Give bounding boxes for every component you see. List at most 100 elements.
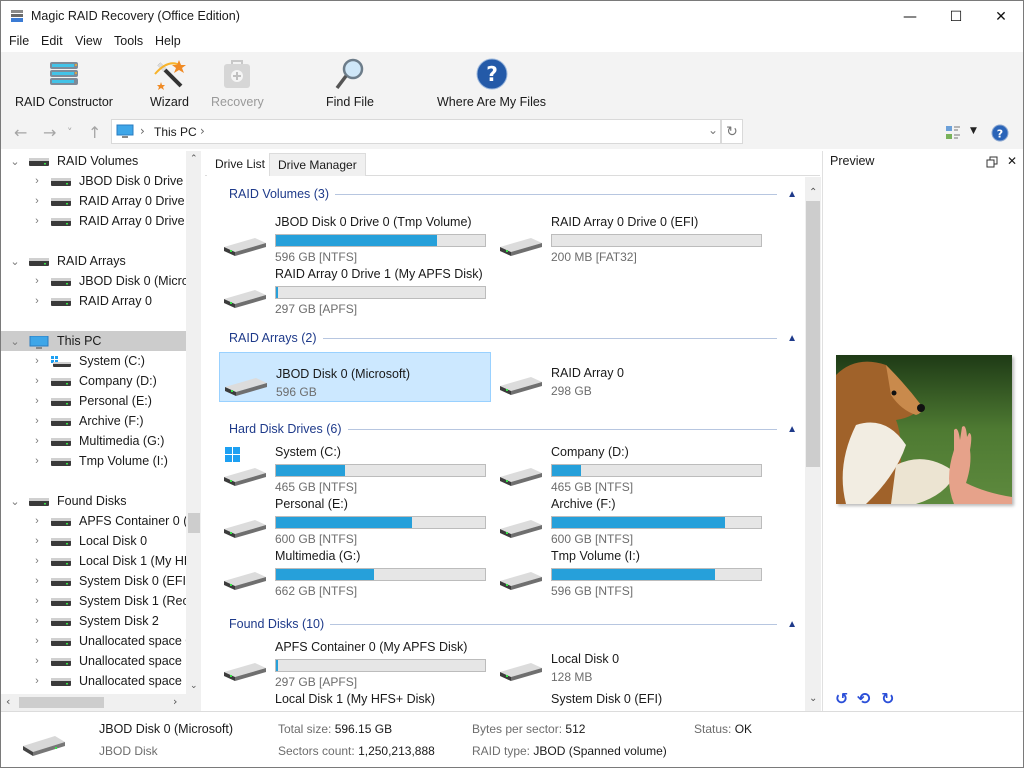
chevron-down-icon[interactable]: ⌄ — [7, 155, 23, 168]
chevron-right-icon[interactable]: › — [29, 375, 45, 387]
chevron-right-icon[interactable]: › — [29, 635, 45, 647]
back-button[interactable]: ← — [14, 123, 27, 142]
tab-drive-list[interactable]: Drive List — [207, 153, 274, 176]
tree-item[interactable]: › Multimedia (G:) — [29, 431, 164, 451]
chevron-right-icon[interactable]: › — [29, 275, 45, 287]
chevron-right-icon[interactable]: › — [29, 555, 45, 567]
tab-drive-manager[interactable]: Drive Manager — [269, 153, 366, 176]
chevron-right-icon[interactable]: › — [29, 655, 45, 667]
tree-item[interactable]: › System Disk 0 (EFI) — [29, 571, 190, 591]
tree-item[interactable]: › Unallocated space 2 — [29, 671, 192, 691]
close-button[interactable]: ✕ — [978, 1, 1024, 32]
tree-item[interactable]: › RAID Array 0 Drive 1 — [29, 211, 195, 231]
menu-tools[interactable]: Tools — [114, 34, 143, 48]
view-mode-dropdown-icon[interactable]: ▼ — [970, 126, 977, 136]
raid-constructor-button[interactable]: RAID Constructor — [15, 56, 113, 109]
drive-item[interactable]: RAID Array 0 Drive 0 (EFI) 200 MB [FAT32] — [495, 213, 767, 265]
tree-group-found-disks[interactable]: ⌄ Found Disks — [1, 491, 186, 511]
collapse-section-icon[interactable]: ▲ — [787, 424, 797, 435]
tree-item[interactable]: › Company (D:) — [29, 371, 157, 391]
tree-item[interactable]: › System (C:) — [29, 351, 145, 371]
drive-item[interactable]: Company (D:) 465 GB [NTFS] — [495, 443, 767, 495]
recovery-button[interactable]: Recovery — [211, 56, 264, 109]
tree-item[interactable]: › Local Disk 0 — [29, 531, 147, 551]
drive-item[interactable]: Tmp Volume (I:) 596 GB [NTFS] — [495, 547, 767, 599]
view-mode-icon[interactable] — [945, 125, 965, 141]
chevron-right-icon[interactable]: › — [29, 535, 45, 547]
tree-hscroll-thumb[interactable] — [19, 697, 104, 708]
drive-item[interactable]: RAID Array 0 Drive 1 (My APFS Disk) 297 G… — [219, 265, 491, 317]
recent-locations-button[interactable]: ˅ — [67, 126, 73, 139]
chevron-right-icon[interactable]: › — [29, 295, 45, 307]
tree-item[interactable]: › Personal (E:) — [29, 391, 152, 411]
collapse-section-icon[interactable]: ▲ — [787, 619, 797, 630]
tree-item[interactable]: › RAID Array 0 — [29, 291, 152, 311]
rotate-left-icon[interactable]: ↺ — [835, 689, 848, 708]
menu-view[interactable]: View — [75, 34, 102, 48]
tree-item[interactable]: › JBOD Disk 0 (Microso — [29, 271, 200, 291]
tree-item[interactable]: › Tmp Volume (I:) — [29, 451, 168, 471]
drive-list-scroll-down-icon[interactable]: ⌄ — [809, 693, 817, 704]
drive-item[interactable]: JBOD Disk 0 (Microsoft) 596 GB — [219, 352, 491, 402]
up-button[interactable]: ↑ — [88, 123, 101, 142]
tree-item[interactable]: › RAID Array 0 Drive 0 — [29, 191, 195, 211]
drive-item[interactable]: JBOD Disk 0 Drive 0 (Tmp Volume) 596 GB [… — [219, 213, 491, 265]
tree-scroll-left-icon[interactable]: ‹ — [6, 695, 10, 708]
tree-scroll-up-icon[interactable]: ⌃ — [190, 154, 198, 164]
help-icon[interactable]: ? — [991, 124, 1009, 142]
chevron-right-icon[interactable]: › — [29, 215, 45, 227]
chevron-down-icon[interactable]: ⌄ — [7, 335, 23, 348]
forward-button[interactable]: → — [43, 123, 56, 142]
where-are-my-files-button[interactable]: ? Where Are My Files — [437, 56, 546, 109]
chevron-right-icon[interactable]: › — [29, 415, 45, 427]
drive-item[interactable]: System (C:) 465 GB [NTFS] — [219, 443, 491, 495]
tree-horizontal-scrollbar[interactable]: ‹ › — [1, 694, 201, 711]
tree-item[interactable]: › System Disk 1 (Recov — [29, 591, 200, 611]
address-dropdown-icon[interactable]: ⌄ — [708, 123, 718, 137]
wizard-button[interactable]: Wizard — [150, 56, 189, 109]
rotate-right-icon[interactable]: ↻ — [881, 689, 894, 708]
tree-scroll-right-icon[interactable]: › — [173, 695, 177, 708]
chevron-right-icon[interactable]: › — [29, 615, 45, 627]
address-bar[interactable]: › This PC › ⌄ — [111, 119, 721, 144]
breadcrumb-separator[interactable]: › — [200, 124, 205, 138]
breadcrumb-this-pc[interactable]: This PC — [154, 125, 197, 139]
collapse-section-icon[interactable]: ▲ — [787, 333, 797, 344]
drive-item[interactable]: RAID Array 0 298 GB — [495, 352, 767, 404]
chevron-down-icon[interactable]: ⌄ — [7, 495, 23, 508]
find-file-button[interactable]: Find File — [326, 56, 374, 109]
drive-list-scroll-thumb[interactable] — [806, 201, 820, 467]
tree-item[interactable]: › System Disk 2 — [29, 611, 159, 631]
drive-item[interactable]: Archive (F:) 600 GB [NTFS] — [495, 495, 767, 547]
tree-scroll-thumb[interactable] — [188, 513, 200, 533]
chevron-right-icon[interactable]: › — [29, 515, 45, 527]
chevron-right-icon[interactable]: › — [29, 175, 45, 187]
chevron-right-icon[interactable]: › — [29, 395, 45, 407]
tree-group-this-pc[interactable]: ⌄ This PC — [1, 331, 186, 351]
tree-item[interactable]: › Unallocated space 1 — [29, 651, 192, 671]
drive-item[interactable]: Local Disk 1 (My HFS+ Disk) — [219, 690, 491, 711]
chevron-right-icon[interactable]: › — [29, 455, 45, 467]
chevron-right-icon[interactable]: › — [29, 355, 45, 367]
chevron-right-icon[interactable]: › — [29, 435, 45, 447]
drive-item[interactable]: System Disk 0 (EFI) — [495, 690, 767, 711]
tree-item[interactable]: › Local Disk 1 (My HFS — [29, 551, 200, 571]
float-panel-icon[interactable] — [986, 156, 998, 168]
close-preview-icon[interactable]: ✕ — [1007, 154, 1017, 168]
tree-vertical-scrollbar[interactable] — [186, 151, 201, 694]
drive-item[interactable]: Multimedia (G:) 662 GB [NTFS] — [219, 547, 491, 599]
drive-item[interactable]: Personal (E:) 600 GB [NTFS] — [219, 495, 491, 547]
flip-icon[interactable]: ⟲ — [857, 689, 870, 708]
chevron-right-icon[interactable]: › — [29, 575, 45, 587]
tree-group-raid-volumes[interactable]: ⌄ RAID Volumes — [1, 151, 186, 171]
collapse-section-icon[interactable]: ▲ — [787, 189, 797, 200]
chevron-right-icon[interactable]: › — [29, 195, 45, 207]
chevron-down-icon[interactable]: ⌄ — [7, 255, 23, 268]
tree-item[interactable]: › APFS Container 0 (M — [29, 511, 198, 531]
menu-help[interactable]: Help — [155, 34, 181, 48]
maximize-button[interactable]: ☐ — [933, 1, 979, 32]
chevron-right-icon[interactable]: › — [29, 595, 45, 607]
drive-list-scroll-up-icon[interactable]: ⌃ — [809, 187, 817, 198]
menu-file[interactable]: File — [9, 34, 29, 48]
minimize-button[interactable]: — — [887, 1, 933, 32]
